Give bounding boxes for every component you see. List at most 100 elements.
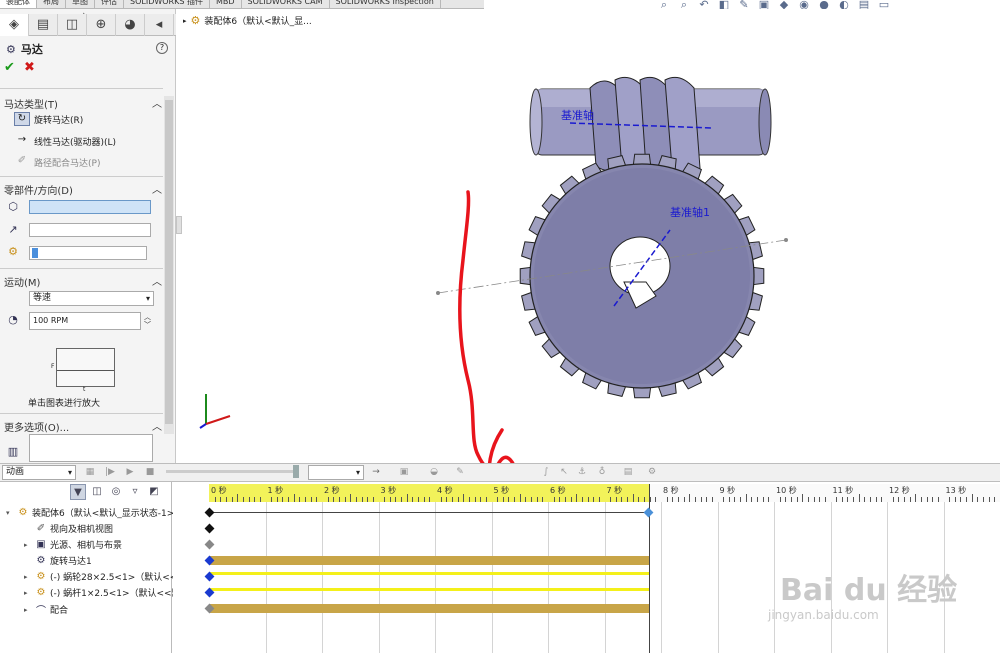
grid-line: [435, 502, 436, 653]
expand-arrow-icon[interactable]: ▸: [24, 589, 32, 597]
autokey-icon[interactable]: ✎: [454, 466, 466, 478]
minor-tick: [757, 497, 759, 502]
tree-item-label: 装配体6（默认<默认_显示状态-1>: [32, 509, 175, 519]
damper-icon[interactable]: ♁: [596, 466, 608, 478]
minor-tick: [333, 497, 335, 502]
minor-tick: [909, 497, 911, 502]
tree-row[interactable]: ▸ ⚙ (-) 蜗轮28×2.5<1>（默认<<默: [24, 570, 186, 583]
tree-item-label: (-) 蜗杆1×2.5<1>（默认<<默: [50, 589, 181, 599]
minor-tick: [932, 497, 934, 502]
tree-item-label: 视向及相机视图: [50, 525, 114, 535]
playback-mode-icon[interactable]: →: [370, 466, 382, 478]
grid-line: [604, 502, 606, 653]
axis-label-worm: 基准轴: [561, 109, 594, 122]
minor-tick: [367, 497, 369, 502]
timeline-bar-motor[interactable]: [209, 556, 649, 565]
minor-tick: [694, 497, 696, 502]
minor-tick: [502, 497, 504, 502]
calculate-icon[interactable]: ▦: [84, 466, 96, 478]
minor-tick: [937, 497, 939, 502]
minor-tick: [423, 497, 425, 502]
grid-line: [548, 502, 549, 653]
minor-tick: [463, 494, 465, 502]
minor-tick: [570, 497, 572, 502]
expand-arrow-icon[interactable]: ▸: [24, 606, 32, 614]
study-properties-icon[interactable]: ⚙: [646, 466, 658, 478]
watermark-sub: jingyan.baidu.com: [768, 608, 879, 622]
minor-tick: [796, 497, 798, 502]
playback-slider-thumb[interactable]: [293, 465, 299, 478]
timeline-bar-worm[interactable]: [209, 588, 649, 591]
minor-tick: [672, 497, 674, 502]
minor-tick: [655, 497, 657, 502]
tree-row[interactable]: ▾ ⚙ 装配体6（默认<默认_显示状态-1>: [6, 506, 174, 519]
tree-item-label: 旋转马达1: [50, 557, 92, 567]
filter-icon[interactable]: ▿: [127, 484, 143, 500]
time-tick-label: 8 秒: [663, 486, 679, 495]
timeline-bar-worm-gear[interactable]: [209, 572, 649, 575]
minor-tick: [983, 497, 985, 502]
tree-row[interactable]: ▸ ⚙ (-) 蜗杆1×2.5<1>（默认<<默: [24, 586, 181, 599]
timeline-bar-mates[interactable]: [209, 604, 649, 613]
animation-wizard-icon[interactable]: ◒: [428, 466, 440, 478]
tree-row[interactable]: ✐ 视向及相机视图: [24, 522, 113, 535]
play-from-start-icon[interactable]: |▶: [104, 466, 116, 478]
minor-tick: [615, 497, 617, 502]
filter-driving-icon[interactable]: ◫: [89, 484, 105, 500]
tree-row[interactable]: ⚙ 旋转马达1: [24, 554, 92, 567]
minor-tick: [711, 497, 713, 502]
minor-tick: [451, 497, 453, 502]
minor-tick: [316, 497, 318, 502]
minor-tick: [446, 497, 448, 502]
collapse-items-icon[interactable]: ◩: [146, 484, 162, 500]
minor-tick: [242, 497, 244, 502]
contact-icon[interactable]: ↖: [558, 466, 570, 478]
minor-tick: [480, 497, 482, 502]
filter-animated-icon[interactable]: ▼: [70, 484, 86, 500]
spring-icon[interactable]: ∫: [540, 466, 552, 478]
stop-icon[interactable]: ■: [144, 466, 156, 478]
minor-tick: [418, 497, 420, 502]
tree-item-icon: ⚙: [18, 507, 28, 518]
gravity-icon[interactable]: ⚓: [576, 466, 588, 478]
minor-tick: [497, 497, 499, 502]
minor-tick: [994, 497, 996, 502]
results-plots-icon[interactable]: ▤: [622, 466, 634, 478]
filter-selected-icon[interactable]: ◎: [108, 484, 124, 500]
minor-tick: [762, 497, 764, 502]
time-tick-label: 11 秒: [832, 486, 854, 495]
time-tick-label: 3 秒: [380, 486, 397, 495]
playback-speed-dropdown[interactable]: ▾: [308, 465, 364, 480]
minor-tick: [271, 497, 273, 502]
minor-tick: [836, 497, 838, 502]
minor-tick: [553, 497, 555, 502]
expand-arrow-icon[interactable]: ▸: [24, 573, 32, 581]
minor-tick: [751, 497, 753, 502]
worm-shaft[interactable]: [529, 76, 772, 174]
expand-arrow-icon[interactable]: ▸: [24, 541, 32, 549]
grid-line: [491, 502, 493, 653]
worm-gear[interactable]: [436, 153, 788, 399]
minor-tick: [802, 494, 804, 502]
save-animation-icon[interactable]: ▣: [398, 466, 410, 478]
play-icon[interactable]: ▶: [124, 466, 136, 478]
minor-tick: [666, 497, 668, 502]
minor-tick: [847, 497, 849, 502]
grid-line: [378, 502, 380, 653]
minor-tick: [440, 497, 442, 502]
grid-line: [717, 502, 719, 653]
playback-slider[interactable]: [166, 470, 296, 473]
minor-tick: [853, 497, 855, 502]
tree-row[interactable]: ▸ ▣ 光源、相机与布景: [24, 538, 122, 551]
study-type-dropdown[interactable]: 动画 ▾: [2, 465, 76, 480]
tree-item-icon: ⌒: [36, 606, 46, 617]
minor-tick: [220, 497, 222, 502]
minor-tick: [898, 497, 900, 502]
minor-tick: [355, 497, 357, 502]
minor-tick: [841, 497, 843, 502]
minor-tick: [610, 497, 612, 502]
tree-row[interactable]: ▸ ⌒ 配合: [24, 602, 68, 618]
minor-tick: [429, 497, 431, 502]
minor-tick: [310, 497, 312, 502]
expand-arrow-icon[interactable]: ▾: [6, 509, 14, 517]
